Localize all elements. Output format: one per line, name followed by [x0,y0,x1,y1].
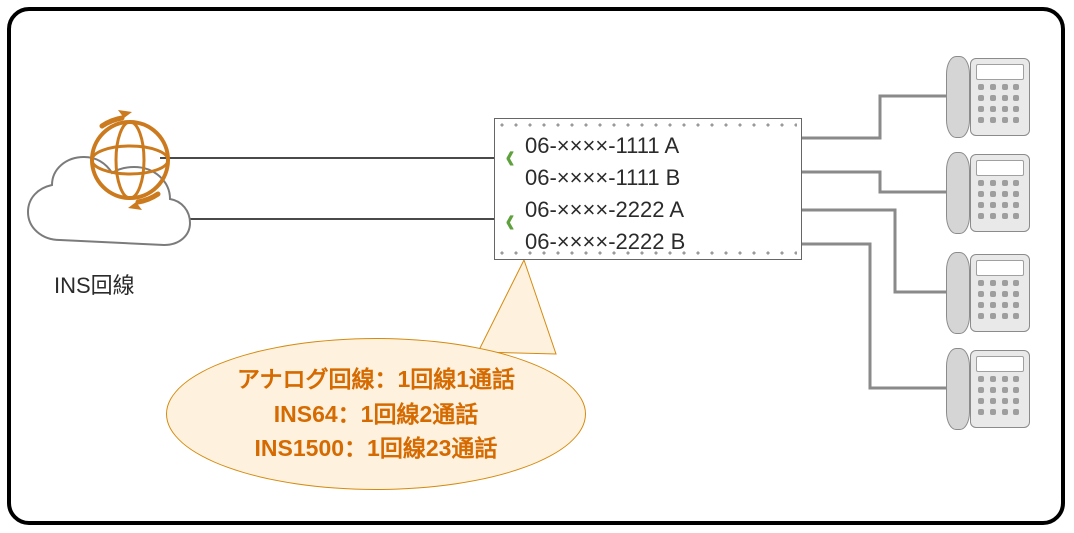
cloud-label: INS回線 [54,268,135,300]
pbx-channel-2: 06-××××-1111 B [525,167,793,189]
pbx-channel-4: 06-××××-2222 B [525,231,793,253]
arrow-in-icon: ‹ [500,143,521,168]
phone-icon [940,52,1030,138]
pbx-channel-3: 06-××××-2222 A [525,199,793,221]
phone-icon [940,344,1030,430]
callout-line-1: アナログ回線：1回線1通話 [237,362,515,397]
phone-icon [940,248,1030,334]
pbx-box: ‹ ‹ 06-××××-1111 A 06-××××-1111 B 06-×××… [494,118,802,260]
callout-line-2: INS64：1回線2通話 [274,397,479,432]
pbx-channel-1: 06-××××-1111 A [525,135,793,157]
callout-line-3: INS1500：1回線23通話 [255,431,498,466]
callout-bubble: アナログ回線：1回線1通話 INS64：1回線2通話 INS1500：1回線23… [166,338,586,490]
arrow-in-icon: ‹ [500,207,521,232]
phone-icon [940,148,1030,234]
